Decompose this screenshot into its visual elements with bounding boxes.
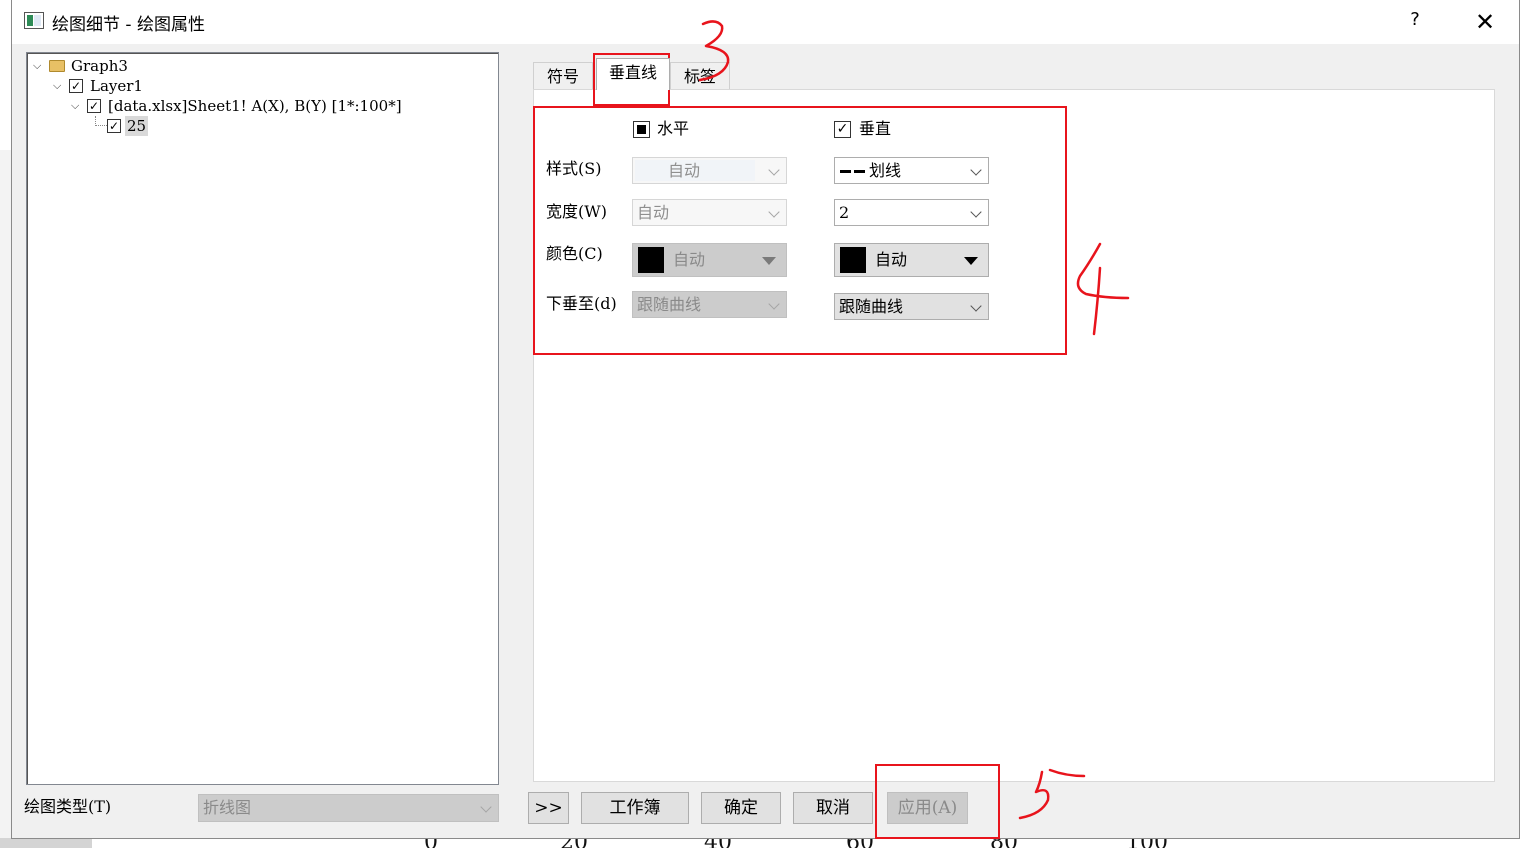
handwritten-number-3 <box>698 20 730 82</box>
tab-drop-lines[interactable]: 垂直线 <box>596 58 670 90</box>
handwritten-annotations <box>698 20 1130 820</box>
handwritten-number-4 <box>1076 242 1130 336</box>
handwritten-number-5 <box>1018 768 1086 820</box>
